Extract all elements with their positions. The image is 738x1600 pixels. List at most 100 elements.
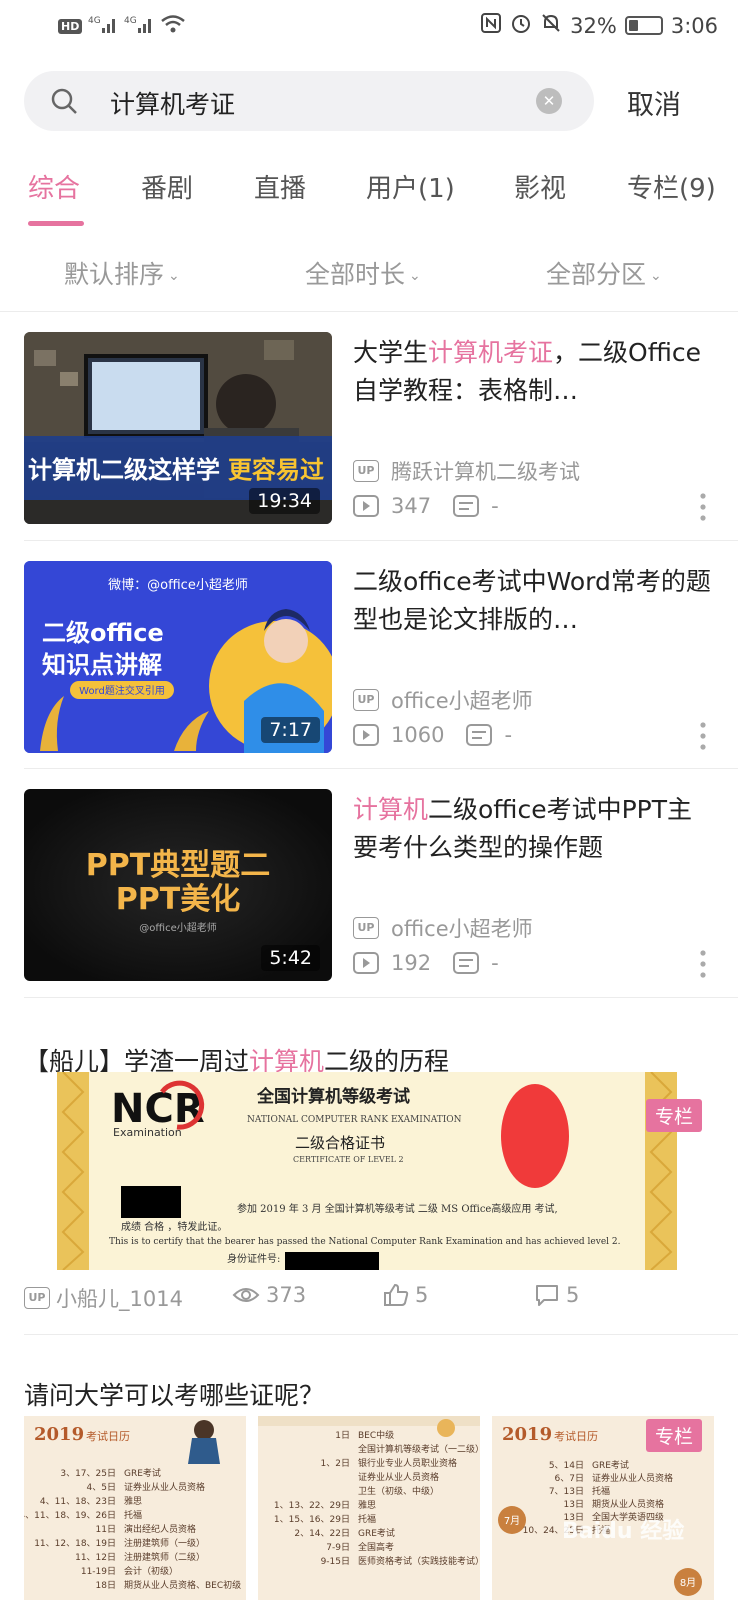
calendar-exam: 注册建筑师（二级） [124,1551,205,1563]
comments-count: 5 [566,1283,580,1307]
svg-text:PPT典型题二: PPT典型题二 [86,848,270,883]
tab-columns[interactable]: 专栏(9) [627,168,716,205]
calendar-exam: 演出经纪人员资格 [124,1523,196,1535]
uploader-row[interactable]: UP office小超老师 [353,685,533,715]
more-options-icon[interactable] [698,492,708,522]
calendar-date: 4、11、18、19、26日 [24,1510,116,1521]
svg-text:Word题注交叉引用: Word题注交叉引用 [79,684,165,697]
article-cover-images[interactable]: 2019 考试日历 3、17、25日 GRE考试 4、5日 证券业从业人员资格 4、11… [24,1416,714,1600]
article-meta: UP 小船儿_1014 373 5 5 [24,1283,714,1313]
mute-icon [540,12,562,39]
calendar-image: 2019 考试日历 3、17、25日 GRE考试 4、5日 证券业从业人员资格 4、11… [24,1416,246,1600]
svg-text:考试日历: 考试日历 [86,1430,130,1443]
chevron-down-icon: ⌄ [168,268,180,284]
eye-icon [232,1288,260,1302]
video-title[interactable]: 大学生计算机考证，二级Office自学教程：表格制… [353,334,713,410]
calendar-date: 2、14、22日 [294,1528,350,1539]
title-highlight: 计算机 [353,795,429,824]
tab-bangumi[interactable]: 番剧 [141,168,193,205]
svg-text:微博：@office小超老师: 微博：@office小超老师 [108,578,248,593]
svg-text:NATIONAL COMPUTER RANK EXAMINA: NATIONAL COMPUTER RANK EXAMINATION [247,1115,462,1125]
article-author[interactable]: UP 小船儿_1014 [24,1283,183,1313]
divider [24,768,738,769]
certificate-image: NCR Examination 全国计算机等级考试 NATIONAL COMPU… [57,1072,677,1270]
svg-text:4G: 4G [88,16,101,26]
calendar-exam: 托福 [358,1513,376,1525]
filter-zone[interactable]: 全部分区 ⌄ [546,255,662,291]
danmaku-icon [453,495,480,517]
svg-text:考试日历: 考试日历 [554,1430,598,1443]
filter-sort[interactable]: 默认排序 ⌄ [64,255,180,291]
svg-text:8月: 8月 [680,1577,696,1589]
danmaku-count: - [491,494,499,518]
video-duration: 5:42 [261,945,320,971]
uploader-name: office小超老师 [391,689,533,713]
calendar-exam: 会计（初级） [124,1565,178,1577]
video-card[interactable]: 微博：@office小超老师 二级office 知识点讲解 Word题注交叉引用… [0,561,738,791]
calendar-date: 11、12、18、19日 [34,1538,116,1549]
article-comments[interactable]: 5 [534,1283,579,1307]
video-title[interactable]: 计算机二级office考试中PPT主要考什么类型的操作题 [353,791,713,867]
views-count: 373 [266,1283,307,1307]
video-thumbnail[interactable]: 计算机二级这样学 更容易过 19:34 [24,332,332,524]
article-cover-image[interactable]: NCR Examination 全国计算机等级考试 NATIONAL COMPU… [57,1072,677,1270]
calendar-exam: 证券业从业人员资格 [592,1472,673,1484]
filter-duration[interactable]: 全部时长 ⌄ [305,255,421,291]
video-card[interactable]: 计算机二级这样学 更容易过 19:34 大学生计算机考证，二级Office自学教… [0,332,738,562]
article-views: 373 [232,1283,306,1307]
up-icon: UP [353,460,379,482]
uploader-row[interactable]: UP 腾跃计算机二级考试 [353,456,580,486]
cancel-button[interactable]: 取消 [627,83,681,122]
status-right: 32% 3:06 [480,12,718,39]
video-thumbnail[interactable]: PPT典型题二 PPT美化 @office小超老师 5:42 [24,789,332,981]
divider [24,540,738,541]
up-icon: UP [353,917,379,939]
title-text: 大学生 [353,338,429,367]
video-title[interactable]: 二级office考试中Word常考的题型也是论文排版的… [353,563,713,639]
article-likes[interactable]: 5 [383,1283,428,1307]
svg-text:计算机二级这样学: 计算机二级这样学 [28,456,220,484]
calendar-exam: GRE考试 [124,1467,161,1479]
search-icon [51,88,77,114]
danmaku-count: - [504,723,513,747]
play-count-icon [353,724,379,746]
svg-text:身份证件号:: 身份证件号: [227,1252,280,1265]
uploader-row[interactable]: UP office小超老师 [353,913,533,943]
calendar-exam: 证券业从业人员资格 [358,1471,439,1483]
calendar-exam: GRE考试 [358,1527,395,1539]
battery-icon [624,16,663,35]
calendar-exam: 证券业从业人员资格 [124,1481,205,1493]
play-count-icon [353,495,379,517]
filter-sort-label: 默认排序 [64,260,165,289]
tab-live[interactable]: 直播 [254,168,306,205]
up-icon: UP [353,689,379,711]
tab-users[interactable]: 用户(1) [366,168,455,205]
clear-icon[interactable]: ✕ [536,88,562,114]
calendar-exam: 雅思 [358,1499,376,1511]
calendar-date: 11-19日 [81,1566,116,1577]
video-thumbnail[interactable]: 微博：@office小超老师 二级office 知识点讲解 Word题注交叉引用… [24,561,332,753]
tab-movies[interactable]: 影视 [514,168,566,205]
danmaku-icon [466,724,493,746]
calendar-exam: 注册建筑师（一级） [124,1537,205,1549]
calendar-date: 9-15日 [321,1556,350,1567]
calendar-date: 1、13、22、29日 [274,1500,350,1511]
tab-all[interactable]: 综合 [28,168,80,205]
video-card[interactable]: PPT典型题二 PPT美化 @office小超老师 5:42 计算机二级offi… [0,789,738,1019]
article-title[interactable]: 请问大学可以考哪些证呢？ [24,1376,324,1412]
filter-duration-label: 全部时长 [305,260,406,289]
calendar-image: 1日 BEC中级全国计算机等级考试（一二级） 1、2日 银行业专业人员职业资格证券业从… [258,1416,480,1600]
svg-text:Examination: Examination [113,1126,182,1139]
calendar-date: 1、2日 [321,1458,350,1469]
svg-text:4G: 4G [124,16,137,26]
more-options-icon[interactable] [698,949,708,979]
alarm-icon [510,12,532,39]
calendar-date: 11、12日 [75,1552,116,1563]
more-options-icon[interactable] [698,721,708,751]
view-count: 1060 [391,723,445,747]
search-input[interactable]: 计算机考证 ✕ [24,71,594,131]
svg-text:全国计算机等级考试: 全国计算机等级考试 [256,1086,410,1107]
divider [0,311,738,312]
svg-text:PPT美化: PPT美化 [116,882,240,917]
calendar-exam: 卫生（初级、中级） [358,1485,439,1497]
